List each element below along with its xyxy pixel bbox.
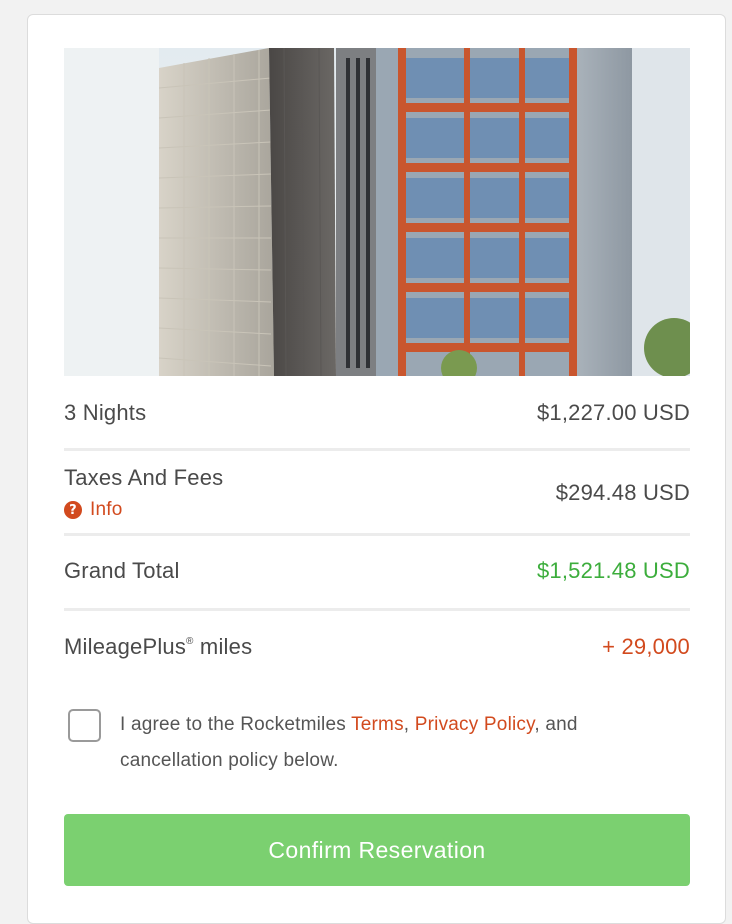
- miles-label: MileagePlus: [64, 634, 187, 659]
- nights-price: $1,227.00 USD: [536, 400, 690, 425]
- agreement-prefix: I agree to the Rocketmiles: [120, 714, 352, 735]
- divider: [64, 608, 690, 611]
- taxes-info-link[interactable]: ? Info: [64, 499, 223, 521]
- agreement-text: I agree to the Rocketmiles Terms, Privac…: [120, 707, 680, 779]
- registered-mark: ®: [186, 636, 194, 647]
- grand-total-price: $1,521.48 USD: [536, 558, 690, 583]
- miles-row: MileagePlus® miles + 29,000: [64, 631, 690, 663]
- miles-suffix: miles: [193, 634, 253, 659]
- grand-total-row: Grand Total $1,521.48 USD: [64, 555, 690, 587]
- question-circle-icon: ?: [64, 501, 82, 519]
- terms-link[interactable]: Terms: [351, 714, 404, 735]
- agreement-separator: ,: [403, 714, 415, 735]
- taxes-label-group: Taxes And Fees ? Info: [64, 465, 223, 521]
- taxes-row: Taxes And Fees ? Info $294.48 USD: [64, 462, 690, 524]
- nights-label: 3 Nights: [64, 400, 147, 425]
- hotel-photo: [64, 48, 690, 376]
- info-label: Info: [90, 499, 123, 520]
- reservation-summary-card: 3 Nights $1,227.00 USD Taxes And Fees ? …: [27, 14, 726, 924]
- nights-row: 3 Nights $1,227.00 USD: [64, 397, 690, 429]
- agree-checkbox[interactable]: [68, 709, 101, 742]
- miles-value: + 29,000: [602, 634, 690, 659]
- taxes-price: $294.48 USD: [555, 480, 690, 505]
- miles-label-group: MileagePlus® miles: [64, 634, 252, 660]
- grand-total-label: Grand Total: [64, 558, 180, 583]
- privacy-policy-link[interactable]: Privacy Policy: [415, 714, 535, 735]
- taxes-label: Taxes And Fees: [64, 465, 224, 490]
- divider: [64, 448, 690, 451]
- confirm-reservation-button[interactable]: Confirm Reservation: [64, 814, 690, 886]
- divider: [64, 533, 690, 536]
